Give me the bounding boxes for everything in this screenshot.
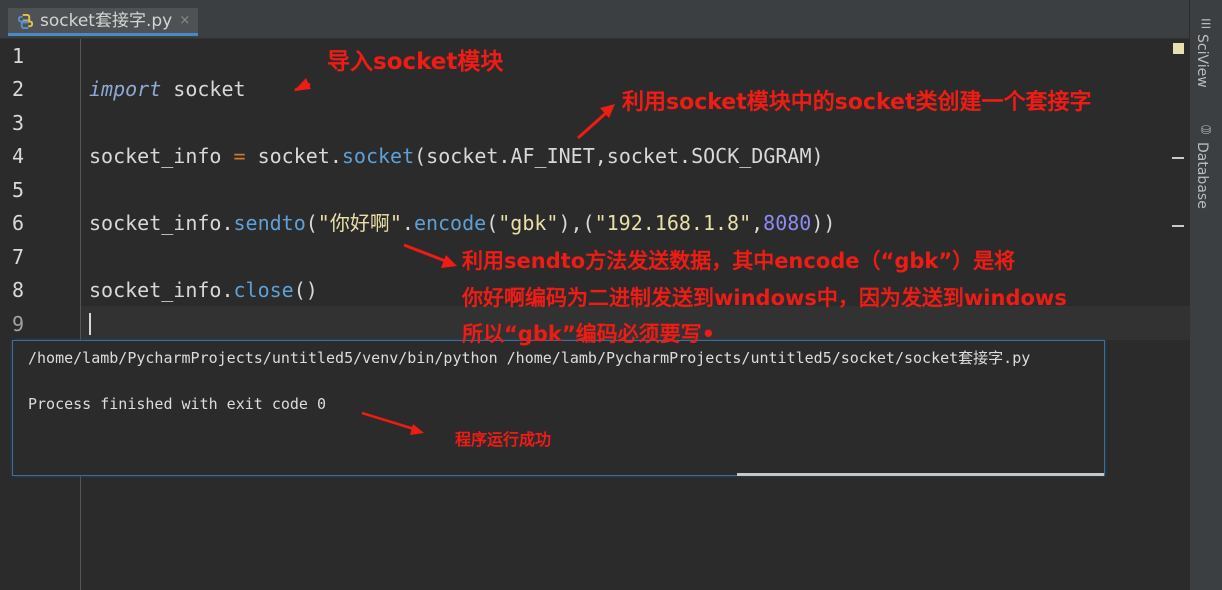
annotation-arrow [294, 78, 311, 92]
annotation-arrow [361, 411, 424, 435]
annotation-arrow [577, 104, 615, 140]
annotation-arrows [294, 78, 615, 435]
annotation-arrow [403, 243, 457, 268]
